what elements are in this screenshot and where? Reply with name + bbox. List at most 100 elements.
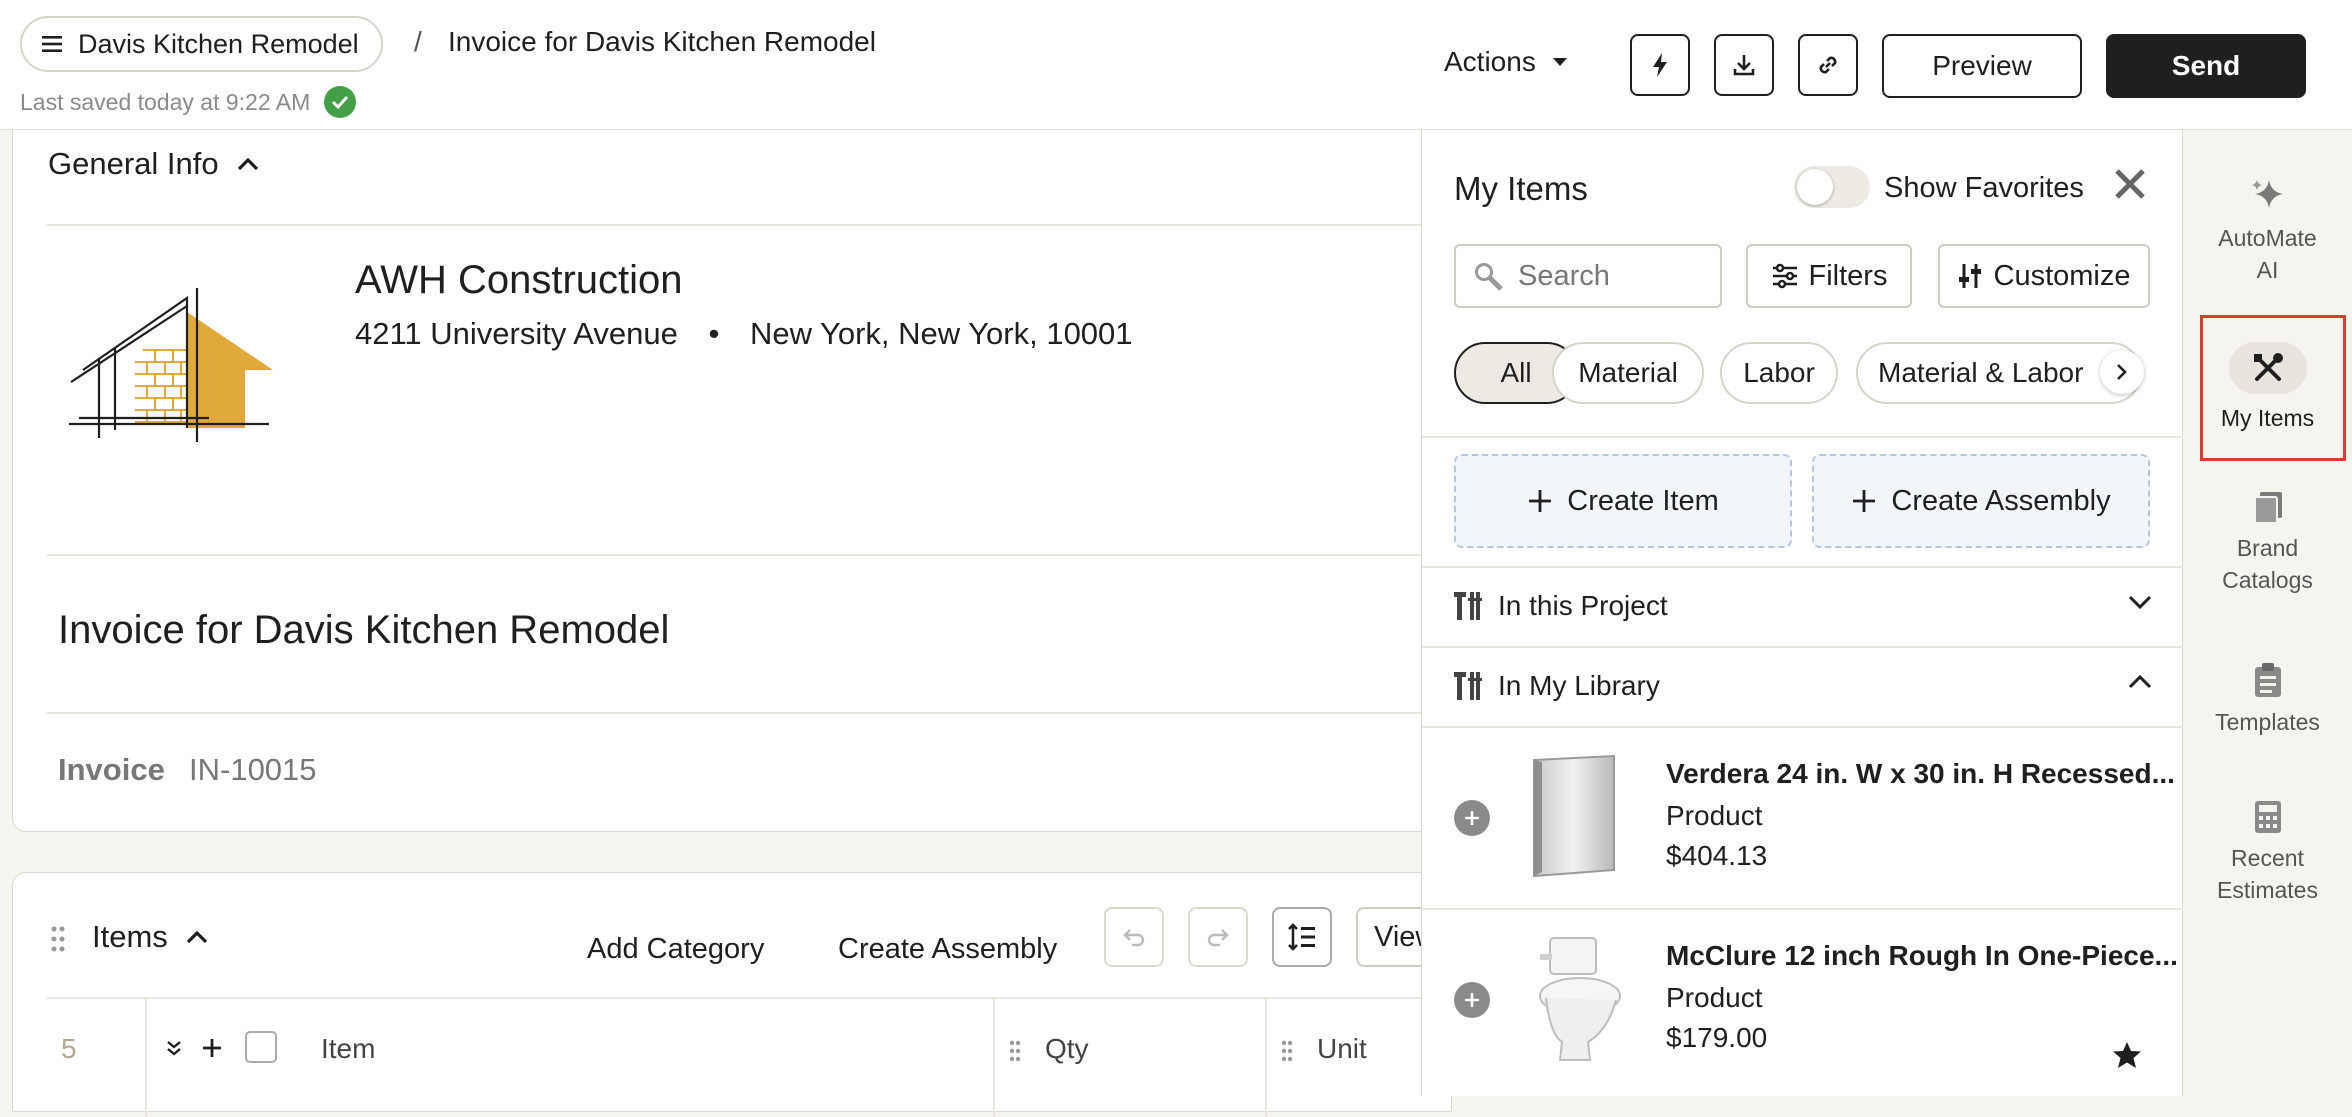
company-street: 4211 University Avenue	[355, 316, 678, 351]
product-image	[1520, 934, 1628, 1066]
favorite-star-icon[interactable]	[2112, 1040, 2142, 1070]
create-assembly-panel-button[interactable]: Create Assembly	[1812, 454, 2150, 548]
list-item[interactable]: McClure 12 inch Rough In One-Piece... Pr…	[1422, 908, 2184, 1090]
divider	[1422, 436, 2184, 438]
general-info-toggle[interactable]: General Info	[48, 146, 259, 182]
plus-icon	[1851, 488, 1877, 514]
customize-icon	[1958, 262, 1984, 290]
rail-item-recent-estimates[interactable]: Recent Estimates	[2183, 800, 2352, 906]
rail-item-automate-ai[interactable]: AutoMate AI	[2183, 176, 2352, 286]
search-input[interactable]: Search	[1454, 244, 1722, 308]
create-item-label: Create Item	[1567, 484, 1719, 517]
document-title: Invoice for Davis Kitchen Remodel	[448, 26, 876, 57]
select-all-checkbox[interactable]	[245, 1031, 277, 1063]
rail-item-brand-catalogs[interactable]: Brand Catalogs	[2183, 490, 2352, 596]
plus-icon[interactable]	[201, 1037, 223, 1059]
line-spacing-button[interactable]	[1272, 907, 1332, 967]
rail-label: Recent	[2231, 845, 2304, 871]
chips-next-button[interactable]	[2100, 350, 2144, 394]
clipboard-icon	[2253, 662, 2283, 698]
rail-label: My Items	[2220, 405, 2315, 431]
show-favorites-toggle[interactable]	[1794, 166, 1870, 208]
chevron-down-icon	[2128, 594, 2152, 610]
send-button[interactable]: Send	[2106, 34, 2306, 98]
divider	[47, 712, 1427, 714]
create-assembly-label: Create Assembly	[1891, 484, 2111, 517]
create-assembly-button[interactable]: Create Assembly	[838, 933, 1057, 966]
in-this-project-section[interactable]: In this Project	[1422, 566, 2184, 644]
product-price: $179.00	[1666, 1022, 1768, 1053]
undo-icon	[1122, 927, 1146, 947]
general-info-title: General Info	[48, 146, 219, 181]
product-name: McClure 12 inch Rough In One-Piece...	[1666, 940, 2178, 971]
expand-all-icon[interactable]	[165, 1039, 183, 1057]
product-type: Product	[1666, 800, 1763, 831]
download-button[interactable]	[1714, 34, 1774, 96]
tools-icon	[1452, 590, 1484, 622]
chip-labor[interactable]: Labor	[1720, 342, 1838, 404]
column-divider	[145, 997, 147, 1117]
company-logo	[69, 278, 293, 450]
chevron-right-icon	[2116, 363, 2128, 381]
menu-icon	[42, 35, 62, 53]
lightning-icon	[1651, 52, 1669, 78]
close-icon	[2112, 166, 2148, 202]
redo-button[interactable]	[1188, 907, 1248, 967]
filters-button[interactable]: Filters	[1746, 244, 1912, 308]
add-category-button[interactable]: Add Category	[587, 933, 764, 966]
items-toggle[interactable]: Items	[92, 919, 208, 955]
divider	[47, 554, 1427, 556]
preview-button[interactable]: Preview	[1882, 34, 2082, 98]
tools-icon	[1452, 670, 1484, 702]
copy-link-button[interactable]	[1798, 34, 1858, 96]
redo-icon	[1206, 927, 1230, 947]
rail-label: Brand	[2236, 535, 2299, 561]
rail-label: AI	[2256, 257, 2279, 283]
project-name: Davis Kitchen Remodel	[78, 28, 359, 59]
add-item-button[interactable]	[1454, 800, 1490, 836]
company-city: New York, New York, 10001	[749, 316, 1133, 351]
in-my-library-section[interactable]: In My Library	[1422, 646, 2184, 724]
list-item[interactable]: Verdera 24 in. W x 30 in. H Recessed... …	[1422, 726, 2184, 908]
saved-text: Last saved today at 9:22 AM	[20, 88, 311, 115]
rail-label: Catalogs	[2222, 567, 2313, 593]
divider	[47, 224, 1427, 226]
invoice-label: Invoice	[58, 752, 165, 787]
line-spacing-icon	[1287, 923, 1317, 951]
rail-label: Templates	[2215, 709, 2320, 735]
my-items-panel: My Items Show Favorites Search Filters C…	[1421, 130, 2184, 1096]
create-item-button[interactable]: Create Item	[1454, 454, 1792, 548]
rail-label: AutoMate	[2218, 225, 2317, 251]
toggle-knob	[1797, 169, 1833, 205]
customize-button[interactable]: Customize	[1938, 244, 2150, 308]
actions-dropdown[interactable]: Actions	[1444, 46, 1568, 78]
add-item-button[interactable]	[1454, 982, 1490, 1018]
chip-material[interactable]: Material	[1552, 342, 1704, 404]
rail-label: Estimates	[2217, 877, 2318, 903]
project-breadcrumb-button[interactable]: Davis Kitchen Remodel	[20, 16, 383, 72]
product-type: Product	[1666, 982, 1763, 1013]
book-icon	[2252, 490, 2284, 524]
close-panel-button[interactable]	[2112, 166, 2148, 202]
download-icon	[1732, 53, 1756, 77]
drag-handle-icon[interactable]	[51, 925, 65, 953]
right-sidebar: AutoMate AI My Items Brand Catalogs Temp…	[2183, 130, 2352, 1096]
lightning-button[interactable]	[1630, 34, 1690, 96]
invoice-number[interactable]: IN-10015	[189, 752, 317, 788]
chevron-up-icon	[186, 930, 208, 944]
drag-handle-icon[interactable]	[1281, 1039, 1293, 1063]
undo-button[interactable]	[1104, 907, 1164, 967]
rail-item-templates[interactable]: Templates	[2183, 662, 2352, 738]
drag-handle-icon[interactable]	[1009, 1039, 1021, 1063]
panel-title: My Items	[1454, 170, 1588, 207]
link-icon	[1815, 52, 1841, 78]
breadcrumb-separator: /	[414, 26, 422, 57]
invoice-title[interactable]: Invoice for Davis Kitchen Remodel	[58, 608, 669, 653]
address-bullet: •	[708, 316, 720, 351]
product-name: Verdera 24 in. W x 30 in. H Recessed...	[1666, 758, 2175, 789]
items-card: Items Add Category Create Assembly View …	[12, 872, 1452, 1117]
column-divider	[993, 997, 995, 1117]
tools-icon	[2228, 342, 2307, 394]
rail-item-my-items[interactable]: My Items	[2183, 342, 2352, 434]
actions-label: Actions	[1444, 46, 1536, 77]
